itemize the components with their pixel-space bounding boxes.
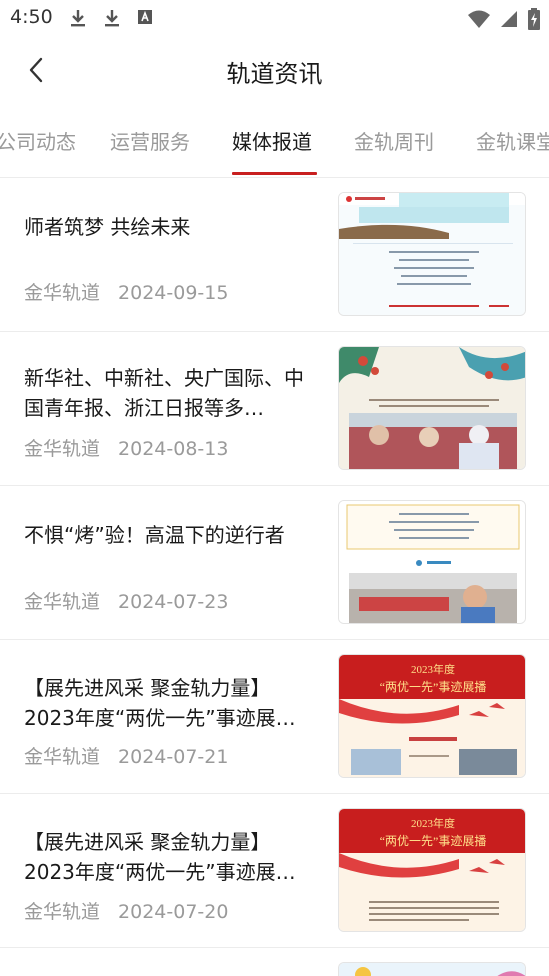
news-item[interactable]: 【展先进风采 聚金轨力量】2023年度“两优一先”事迹展… 金华轨道 2024-0… [0, 640, 549, 794]
news-date: 2024-09-15 [118, 282, 229, 304]
header: 轨道资讯 [0, 40, 549, 102]
tab-media-reports[interactable]: 媒体报道 [232, 126, 312, 155]
news-date: 2024-07-20 [118, 901, 229, 923]
news-thumbnail [338, 962, 526, 976]
wifi-icon [467, 9, 491, 33]
news-item[interactable]: 不惧“烤”验！高温下的逆行者 金华轨道 2024-07-23 [0, 486, 549, 640]
news-thumbnail: 2023年度 “两优一先”事迹展播 [338, 808, 526, 932]
thumb-title-line: “两优一先”事迹展播 [380, 680, 487, 694]
news-meta: 金华轨道 2024-08-13 [24, 434, 228, 461]
tab-weekly[interactable]: 金轨周刊 [354, 126, 434, 155]
news-date: 2024-07-21 [118, 746, 229, 768]
news-title: 新华社、中新社、央广国际、中国青年报、浙江日报等多… [24, 366, 304, 420]
system-icons [467, 8, 541, 34]
news-thumbnail [338, 346, 526, 470]
notification-icons [68, 8, 154, 32]
news-source: 金华轨道 [24, 591, 101, 613]
signal-icon [499, 9, 519, 33]
tab-company-news[interactable]: 公司动态 [0, 126, 76, 155]
translate-icon [136, 8, 154, 32]
news-title: 【展先进风采 聚金轨力量】2023年度“两优一先”事迹展… [24, 676, 296, 730]
news-date: 2024-08-13 [118, 438, 229, 460]
news-meta: 金华轨道 2024-07-21 [24, 742, 228, 769]
news-item[interactable] [0, 948, 549, 976]
news-date: 2024-07-23 [118, 591, 229, 613]
news-thumbnail [338, 500, 526, 624]
category-tabs: 公司动态 运营服务 媒体报道 金轨周刊 金轨课堂 [0, 112, 549, 178]
active-tab-indicator [232, 172, 317, 175]
tab-classroom[interactable]: 金轨课堂 [476, 126, 549, 155]
news-source: 金华轨道 [24, 438, 101, 460]
tab-operation-service[interactable]: 运营服务 [110, 126, 190, 155]
download-icon [68, 8, 88, 32]
news-source: 金华轨道 [24, 901, 101, 923]
news-title: 不惧“烤”验！高温下的逆行者 [24, 523, 285, 547]
thumb-title-line: “两优一先”事迹展播 [380, 834, 487, 848]
news-meta: 金华轨道 2024-07-20 [24, 897, 228, 924]
thumb-title-line: 2023年度 [411, 662, 455, 676]
status-bar: 4:50 [0, 0, 549, 36]
news-item[interactable]: 师者筑梦 共绘未来 金华轨道 2024-09-15 [0, 178, 549, 332]
news-item[interactable]: 【展先进风采 聚金轨力量】2023年度“两优一先”事迹展… 金华轨道 2024-0… [0, 794, 549, 948]
news-meta: 金华轨道 2024-07-23 [24, 587, 228, 614]
page-title: 轨道资讯 [226, 60, 323, 88]
news-title: 师者筑梦 共绘未来 [24, 215, 191, 239]
battery-charging-icon [527, 8, 541, 34]
news-source: 金华轨道 [24, 746, 101, 768]
status-time: 4:50 [10, 6, 53, 28]
news-title: 【展先进风采 聚金轨力量】2023年度“两优一先”事迹展… [24, 830, 296, 884]
download-icon [102, 8, 122, 32]
thumb-title-line: 2023年度 [411, 816, 455, 830]
news-thumbnail [338, 192, 526, 316]
news-source: 金华轨道 [24, 282, 101, 304]
news-meta: 金华轨道 2024-09-15 [24, 278, 228, 305]
news-thumbnail: 2023年度 “两优一先”事迹展播 [338, 654, 526, 778]
news-item[interactable]: 新华社、中新社、央广国际、中国青年报、浙江日报等多… 金华轨道 2024-08-1… [0, 332, 549, 486]
